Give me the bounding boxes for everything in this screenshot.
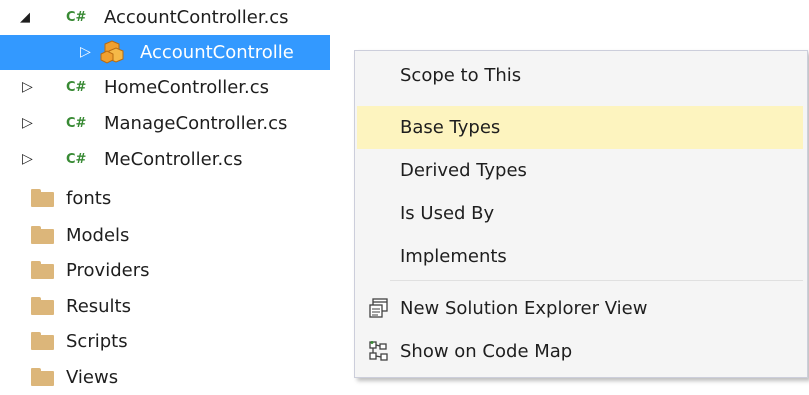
new-view-icon — [369, 298, 389, 318]
menu-item-base-types[interactable]: Base Types — [357, 106, 803, 149]
csharp-file-icon: C# — [66, 80, 87, 95]
tree-item-label: HomeController.cs — [104, 77, 270, 98]
menu-item-is-used-by[interactable]: Is Used By — [357, 192, 803, 235]
folder-icon — [31, 297, 54, 315]
context-menu: Scope to This Base Types Derived Types I… — [354, 50, 808, 378]
tree-item-label: Results — [66, 296, 131, 317]
tree-item-label: Providers — [66, 260, 150, 281]
menu-item-new-solution-explorer-view[interactable]: New Solution Explorer View — [357, 287, 803, 330]
menu-item-label: Show on Code Map — [400, 341, 573, 362]
folder-icon — [31, 226, 54, 244]
menu-item-label: Implements — [400, 246, 507, 267]
menu-item-label: New Solution Explorer View — [400, 298, 648, 319]
csharp-file-icon: C# — [66, 116, 87, 131]
tree-item-label: Scripts — [66, 331, 128, 352]
tree-item-label: AccountController.cs — [104, 7, 289, 28]
code-map-icon — [369, 341, 389, 361]
csharp-file-icon: C# — [66, 10, 87, 25]
class-icon — [99, 40, 127, 70]
menu-separator — [390, 280, 803, 281]
folder-icon — [31, 261, 54, 279]
collapsed-arrow-icon[interactable]: ▷ — [22, 106, 33, 141]
tree-item-label: Views — [66, 367, 119, 388]
menu-item-label: Base Types — [400, 117, 501, 138]
menu-item-derived-types[interactable]: Derived Types — [357, 149, 803, 192]
folder-icon — [31, 332, 54, 350]
tree-item-label: AccountControlle — [140, 42, 294, 63]
tree-item-label: ManageController.cs — [104, 113, 288, 134]
tree-item-accountcontroller-class[interactable]: ▷ AccountControlle — [0, 35, 330, 70]
menu-item-label: Derived Types — [400, 160, 527, 181]
collapsed-arrow-icon[interactable]: ▷ — [22, 70, 33, 105]
folder-icon — [31, 368, 54, 386]
menu-item-implements[interactable]: Implements — [357, 235, 803, 278]
expanded-arrow-icon[interactable]: ◢ — [20, 0, 30, 35]
menu-item-show-on-code-map[interactable]: Show on Code Map — [357, 330, 803, 373]
menu-item-label: Is Used By — [400, 203, 495, 224]
csharp-file-icon: C# — [66, 152, 87, 167]
collapsed-arrow-icon[interactable]: ▷ — [22, 142, 33, 177]
collapsed-arrow-icon[interactable]: ▷ — [80, 35, 91, 70]
menu-item-scope-to-this[interactable]: Scope to This — [357, 54, 803, 97]
tree-item-label: MeController.cs — [104, 149, 243, 170]
folder-icon — [31, 189, 54, 207]
menu-item-label: Scope to This — [400, 65, 522, 86]
tree-item-label: fonts — [66, 188, 112, 209]
tree-item-accountcontroller-cs[interactable]: ◢ C# AccountController.cs — [0, 0, 809, 35]
tree-item-label: Models — [66, 225, 130, 246]
